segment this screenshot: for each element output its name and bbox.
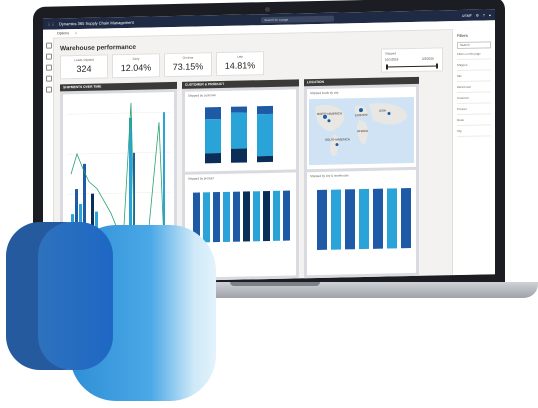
map-label: NORTH AMERICA (317, 111, 342, 116)
filter-card[interactable]: Customer (457, 95, 491, 105)
bar (257, 113, 273, 157)
bar (223, 191, 230, 242)
filters-pane: Filters Search Filters on this page Ship… (452, 28, 495, 276)
customer-chart-svg (205, 105, 273, 164)
date-from[interactable]: 10/1/2019 (385, 57, 398, 61)
panel-header: CUSTOMER & PRODUCT (182, 79, 299, 89)
clock-icon[interactable] (46, 64, 52, 71)
camera (265, 6, 270, 13)
kpi-value: 324 (76, 63, 92, 75)
bar (345, 189, 355, 250)
filter-card[interactable]: Site (457, 73, 491, 83)
kpi-row: Loads shipped 324 Early 12.04% On-time 73.1… (60, 51, 264, 80)
panel-location: LOCATION Shipped loads by city NORTH AME… (304, 76, 419, 280)
kpi-value: 73.15% (172, 61, 204, 73)
bar (213, 192, 220, 243)
bar (283, 190, 290, 241)
logo-shape-mid (38, 222, 113, 370)
bar (231, 112, 247, 149)
filter-card[interactable]: Shipped (457, 62, 491, 72)
kpi-value: 14.81% (224, 60, 256, 71)
help-icon[interactable]: ? (483, 13, 485, 17)
home-icon[interactable] (46, 42, 52, 49)
chart-title: Shipped loads by city (310, 90, 339, 96)
filter-card[interactable]: Mode (457, 117, 491, 127)
bar (359, 188, 369, 250)
bar (273, 190, 280, 241)
panel-header: LOCATION (304, 76, 419, 87)
bar (257, 155, 273, 163)
bar (373, 188, 383, 249)
kpi-label: Early (132, 56, 140, 61)
kpi-card: On-time 73.15% (164, 52, 212, 78)
filter-card[interactable]: Warehouse (457, 84, 491, 94)
bar (231, 106, 247, 113)
filters-header[interactable]: Filters (457, 32, 491, 38)
bar (331, 189, 341, 250)
filters-search[interactable]: Search (457, 41, 491, 50)
app-title: Dynamics 365 Supply Chain Management (59, 19, 134, 27)
date-to[interactable]: 2/3/2020 (422, 57, 434, 61)
city-warehouse-chart: Shipped by city & warehouse (307, 169, 416, 276)
bar (203, 192, 210, 243)
filter-card[interactable]: City (457, 128, 491, 138)
waffle-icon[interactable]: ⋮⋮ (47, 21, 55, 26)
bar (253, 191, 260, 242)
panel-header: SHIPMENTS OVER TIME (60, 81, 177, 92)
bar (205, 119, 221, 154)
laptop-notch (230, 282, 320, 286)
company-picker[interactable]: USMF (462, 13, 472, 17)
chart-title: Shipped by product (188, 176, 214, 181)
search-input[interactable]: Search for a page (261, 15, 335, 23)
settings-icon[interactable]: ⚙ (476, 13, 479, 17)
tab-options[interactable]: Options (57, 31, 69, 35)
kpi-card: Early 12.04% (112, 53, 160, 79)
map-label: AFRICA (357, 129, 368, 133)
bar (233, 191, 240, 242)
kpi-card: Late 14.81% (216, 51, 264, 77)
bar (205, 153, 221, 164)
filter-card[interactable]: Filters on this page (457, 51, 491, 61)
map-label: SOUTH AMERICA (325, 137, 350, 142)
bar (243, 191, 250, 242)
city-bars (317, 188, 411, 250)
bar (387, 188, 397, 249)
search-icon[interactable]: ⌕ (75, 31, 77, 35)
customer-chart: Shipped by customer (185, 89, 296, 172)
map-visual: Shipped loads by city NORTH AMERICA EURO… (307, 86, 416, 170)
bar (257, 105, 273, 115)
map-svg: NORTH AMERICA EUROPE ASIA SOUTH AMERICA … (309, 96, 414, 166)
bar (205, 107, 221, 120)
product-bars (193, 190, 290, 243)
map-label: ASIA (379, 109, 386, 113)
chart-title: Shipped by city & warehouse (310, 173, 349, 179)
bar (317, 189, 327, 250)
bar (231, 148, 247, 163)
bar (401, 188, 411, 249)
avatar[interactable]: ● (489, 13, 491, 17)
slicer-label: Shipped (385, 51, 397, 56)
map-label: EUROPE (355, 113, 368, 117)
date-slicer[interactable]: Shipped 10/1/2019 2/3/2020 (381, 47, 443, 73)
kpi-label: Loads shipped (74, 57, 94, 63)
filter-card[interactable]: Product (457, 106, 491, 116)
star-icon[interactable] (46, 53, 52, 60)
list-icon[interactable] (46, 86, 52, 93)
date-slider[interactable] (386, 65, 438, 68)
kpi-label: Late (237, 54, 243, 59)
kpi-card: Loads shipped 324 (60, 54, 108, 80)
kpi-value: 12.04% (120, 62, 152, 74)
city-chart-svg (317, 188, 411, 250)
workspace-icon[interactable] (46, 75, 52, 82)
bar (263, 190, 270, 242)
kpi-label: On-time (182, 55, 194, 60)
chart-title: Shipped by customer (188, 93, 217, 98)
customer-bars (205, 105, 273, 164)
